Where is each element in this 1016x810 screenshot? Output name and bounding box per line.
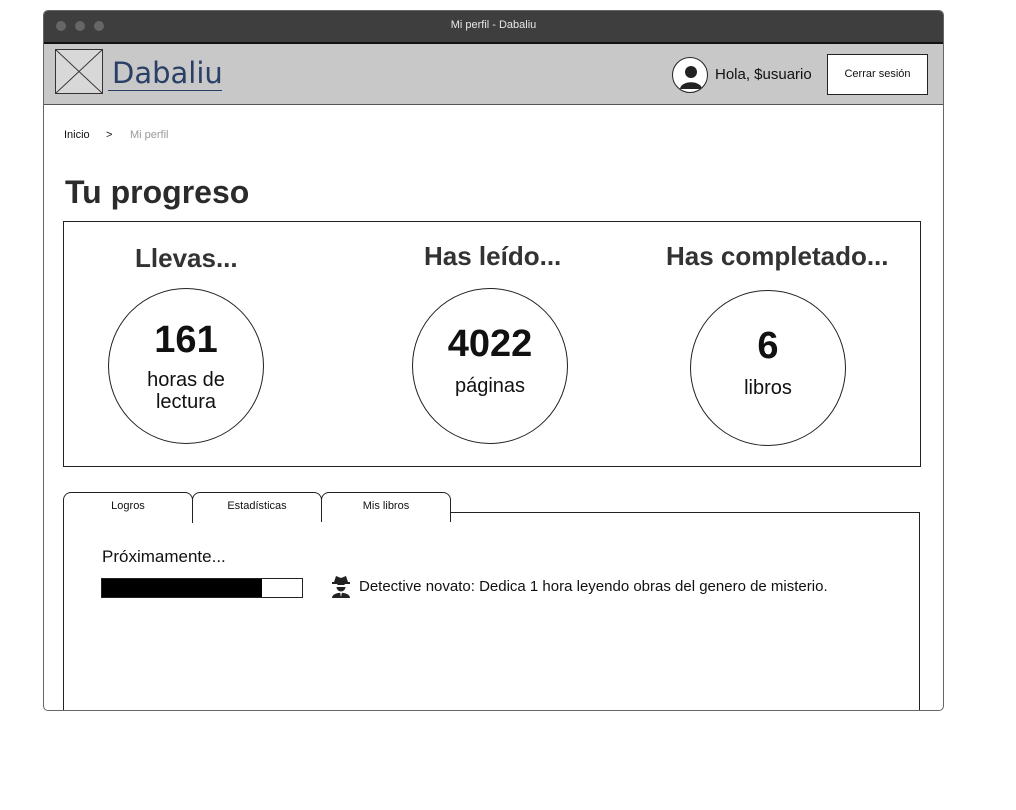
breadcrumb-current: Mi perfil [130, 129, 169, 141]
logout-button[interactable]: Cerrar sesión [827, 54, 928, 95]
user-greeting: Hola, $usuario [715, 66, 812, 83]
achievements-heading: Próximamente... [102, 547, 226, 566]
stat-hours-label: Llevas... [135, 243, 238, 273]
site-header: Dabaliu Hola, $usuario Cerrar sesión [44, 42, 943, 105]
title-bar: Mi perfil - Dabaliu [44, 11, 943, 42]
achievement-progress-bar [101, 578, 303, 598]
stat-pages-label: Has leído... [424, 241, 562, 271]
achievement-progress-fill [102, 579, 262, 597]
user-avatar-icon[interactable] [672, 57, 708, 93]
stat-hours-unit: horas de lectura [147, 369, 225, 413]
stat-books-unit: libros [744, 377, 792, 399]
breadcrumb-separator: > [106, 129, 113, 141]
site-logo-link[interactable]: Dabaliu [112, 56, 223, 90]
stat-pages-unit: páginas [454, 375, 526, 397]
tab-estadisticas[interactable]: Estadísticas [192, 492, 322, 522]
tab-mis-libros[interactable]: Mis libros [321, 492, 451, 522]
detective-icon [331, 574, 351, 598]
active-tab-joint [64, 520, 192, 523]
stat-books-value: 6 [757, 325, 779, 367]
stat-hours-value: 161 [154, 319, 218, 361]
browser-window: Mi perfil - Dabaliu Dabaliu Hola, $usuar… [43, 10, 944, 711]
tab-panel-logros [63, 512, 920, 710]
stat-pages-value: 4022 [447, 323, 533, 365]
stat-pages-circle: 4022 páginas [412, 288, 568, 444]
page-title: Tu progreso [65, 174, 250, 210]
stat-hours-circle: 161 horas de lectura [108, 288, 264, 444]
window-title: Mi perfil - Dabaliu [450, 19, 537, 31]
achievement-description: Detective novato: Dedica 1 hora leyendo … [359, 578, 828, 595]
stat-books-circle: 6 libros [690, 290, 846, 446]
logo-placeholder-icon[interactable] [55, 49, 103, 94]
stat-books-label: Has completado... [666, 241, 889, 271]
breadcrumb-home-link[interactable]: Inicio [64, 129, 90, 141]
logo-underline [108, 90, 222, 91]
tab-logros[interactable]: Logros [63, 492, 193, 523]
progress-summary: Llevas... 161 horas de lectura Has leído… [63, 221, 921, 467]
